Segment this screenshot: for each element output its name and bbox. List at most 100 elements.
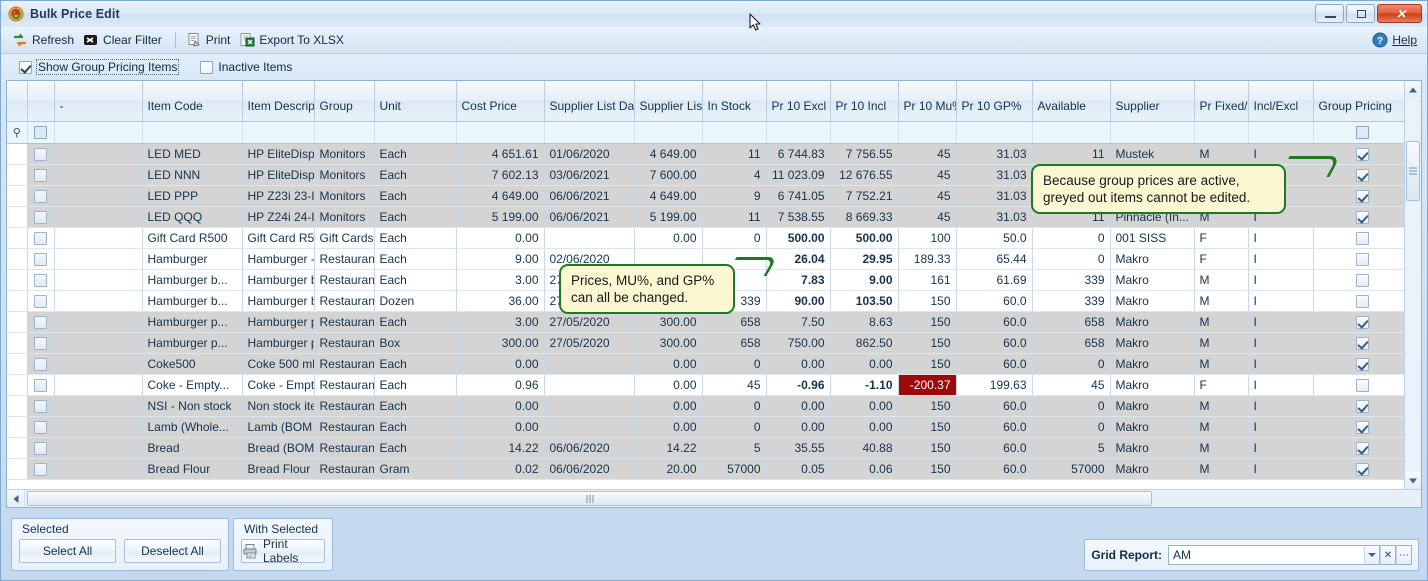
- deselect-all-button[interactable]: Deselect All: [124, 539, 221, 563]
- header-col-supplier[interactable]: Supplier: [1110, 81, 1195, 122]
- row-select-cell[interactable]: [27, 311, 55, 333]
- table-row[interactable]: Lamb (Whole...Lamb (BOM Bill of M...Rest…: [7, 416, 1404, 438]
- cell-pr-10-excl[interactable]: 90.00: [766, 290, 831, 312]
- cell-dash[interactable]: [54, 248, 143, 270]
- filter-pin-cell[interactable]: ⚲: [7, 121, 28, 144]
- cell-item-description[interactable]: Coke - Empty (Trad...: [242, 374, 315, 396]
- cell-incl-excl[interactable]: I: [1248, 332, 1314, 354]
- group-pricing-checkbox[interactable]: [1356, 441, 1370, 455]
- filter-cell-dash[interactable]: [54, 121, 143, 144]
- cell-dash[interactable]: [54, 458, 143, 480]
- row-select-checkbox[interactable]: [34, 378, 47, 392]
- group-pricing-checkbox[interactable]: [1356, 210, 1370, 224]
- cell-incl-excl[interactable]: I: [1248, 353, 1314, 375]
- cell-pr-10-mu[interactable]: 150: [898, 353, 957, 375]
- table-row[interactable]: LED MEDHP EliteDisplay E22...MonitorsEac…: [7, 143, 1404, 165]
- table-row[interactable]: Hamburger p...Hamburger pattyRestaurant …: [7, 311, 1404, 333]
- cell-item-description[interactable]: Non stock item - NSI: [242, 395, 315, 417]
- cell-group-pricing[interactable]: [1313, 395, 1404, 417]
- cell-dash[interactable]: [54, 143, 143, 165]
- cell-supplier-list-price[interactable]: 0.00: [634, 227, 703, 249]
- row-select-checkbox[interactable]: [34, 336, 47, 350]
- cell-supplier[interactable]: Makro: [1110, 248, 1195, 270]
- inactive-items-checkbox[interactable]: Inactive Items: [200, 60, 292, 74]
- close-button[interactable]: ✕: [1377, 4, 1422, 23]
- cell-supplier-list-price[interactable]: 0.00: [634, 374, 703, 396]
- cell-pr-10-incl[interactable]: 0.06: [830, 458, 899, 480]
- group-pricing-checkbox[interactable]: [1356, 399, 1370, 413]
- maximize-button[interactable]: [1346, 4, 1375, 23]
- cell-item-description[interactable]: Lamb (BOM Bill of M...: [242, 416, 315, 438]
- vertical-scroll-track[interactable]: [1405, 98, 1421, 472]
- cell-supplier[interactable]: Makro: [1110, 458, 1195, 480]
- cell-pr-10-excl[interactable]: 0.00: [766, 353, 831, 375]
- cell-supplier[interactable]: Makro: [1110, 311, 1195, 333]
- table-row[interactable]: Hamburger p...Hamburger pattyRestaurant …: [7, 332, 1404, 354]
- cell-group-pricing[interactable]: [1313, 416, 1404, 438]
- cell-item-description[interactable]: Hamburger - Recipe...: [242, 248, 315, 270]
- cell-item-description[interactable]: HP Z23i 23-Inch IPS...: [242, 185, 315, 207]
- filter-cell-pr-10-excl[interactable]: [766, 121, 831, 144]
- help-button[interactable]: ? Help: [1372, 32, 1417, 48]
- cell-pr-10-mu[interactable]: 150: [898, 458, 957, 480]
- cell-pr-fixed-markup[interactable]: F: [1194, 248, 1249, 270]
- cell-pr-10-excl[interactable]: 11 023.09: [766, 164, 831, 186]
- cell-supplier-list-price[interactable]: 14.22: [634, 437, 703, 459]
- row-select-checkbox[interactable]: [34, 273, 47, 287]
- row-select-cell[interactable]: [27, 395, 55, 417]
- cell-pr-10-mu[interactable]: 150: [898, 311, 957, 333]
- row-gutter[interactable]: [7, 332, 28, 354]
- cell-group[interactable]: Restaurant &: [314, 458, 375, 480]
- cell-group-pricing[interactable]: [1313, 437, 1404, 459]
- cell-pr-10-excl[interactable]: -0.96: [766, 374, 831, 396]
- table-row[interactable]: BreadBread (BOM Bill of M...Restaurant &…: [7, 437, 1404, 459]
- group-pricing-checkbox[interactable]: [1356, 420, 1370, 434]
- cell-item-code[interactable]: Hamburger p...: [142, 311, 243, 333]
- cell-pr-10-gp[interactable]: 60.0: [956, 395, 1033, 417]
- row-select-checkbox[interactable]: [34, 357, 47, 371]
- cell-pr-10-gp[interactable]: 50.0: [956, 227, 1033, 249]
- cell-supplier[interactable]: Makro: [1110, 437, 1195, 459]
- group-pricing-checkbox[interactable]: [1356, 336, 1370, 350]
- cell-item-description[interactable]: Coke 500 ml Bottle: [242, 353, 315, 375]
- cell-supplier[interactable]: Mustek: [1110, 143, 1195, 165]
- filter-group-pricing-box[interactable]: [1356, 126, 1370, 140]
- cell-supplier-list-date[interactable]: 27/05/2020: [544, 311, 635, 333]
- row-gutter[interactable]: [7, 416, 28, 438]
- cell-pr-10-excl[interactable]: 6 744.83: [766, 143, 831, 165]
- cell-item-description[interactable]: Gift Card R500: [242, 227, 315, 249]
- cell-pr-10-gp[interactable]: 60.0: [956, 353, 1033, 375]
- filter-cell-pr-10-incl[interactable]: [830, 121, 899, 144]
- row-select-checkbox[interactable]: [34, 147, 47, 161]
- cell-unit[interactable]: Each: [374, 248, 457, 270]
- cell-group[interactable]: Restaurant & ...: [314, 374, 375, 396]
- row-select-checkbox[interactable]: [34, 462, 47, 476]
- cell-pr-10-mu[interactable]: 100: [898, 227, 957, 249]
- cell-item-description[interactable]: Bread Flour (Differe: [242, 458, 315, 480]
- cell-incl-excl[interactable]: I: [1248, 269, 1314, 291]
- cell-in-stock[interactable]: 658: [702, 311, 767, 333]
- cell-supplier-list-price[interactable]: 0.00: [634, 416, 703, 438]
- vertical-scrollbar[interactable]: [1404, 81, 1421, 489]
- cell-available[interactable]: 658: [1032, 332, 1111, 354]
- header-col-in-stock[interactable]: In Stock: [702, 81, 767, 122]
- export-to-xlsx-button[interactable]: Export To XLSX: [236, 30, 350, 50]
- header-col-pr-10-incl[interactable]: Pr 10 Incl: [830, 81, 899, 122]
- header-col-unit[interactable]: Unit: [374, 81, 457, 122]
- cell-pr-10-mu[interactable]: 150: [898, 290, 957, 312]
- row-gutter[interactable]: [7, 206, 28, 228]
- cell-in-stock[interactable]: 9: [702, 185, 767, 207]
- cell-pr-10-mu[interactable]: 45: [898, 164, 957, 186]
- cell-pr-10-incl[interactable]: 7 752.21: [830, 185, 899, 207]
- cell-supplier[interactable]: Makro: [1110, 353, 1195, 375]
- cell-cost-price[interactable]: 7 602.13: [456, 164, 545, 186]
- cell-dash[interactable]: [54, 227, 143, 249]
- cell-pr-10-mu[interactable]: 150: [898, 332, 957, 354]
- cell-supplier-list-price[interactable]: 4 649.00: [634, 185, 703, 207]
- cell-item-code[interactable]: NSI - Non stock: [142, 395, 243, 417]
- row-select-checkbox[interactable]: [34, 294, 47, 308]
- grid-report-input[interactable]: [1168, 545, 1364, 565]
- row-select-cell[interactable]: [27, 374, 55, 396]
- cell-supplier[interactable]: Makro: [1110, 269, 1195, 291]
- cell-group[interactable]: Restaurant & ...: [314, 416, 375, 438]
